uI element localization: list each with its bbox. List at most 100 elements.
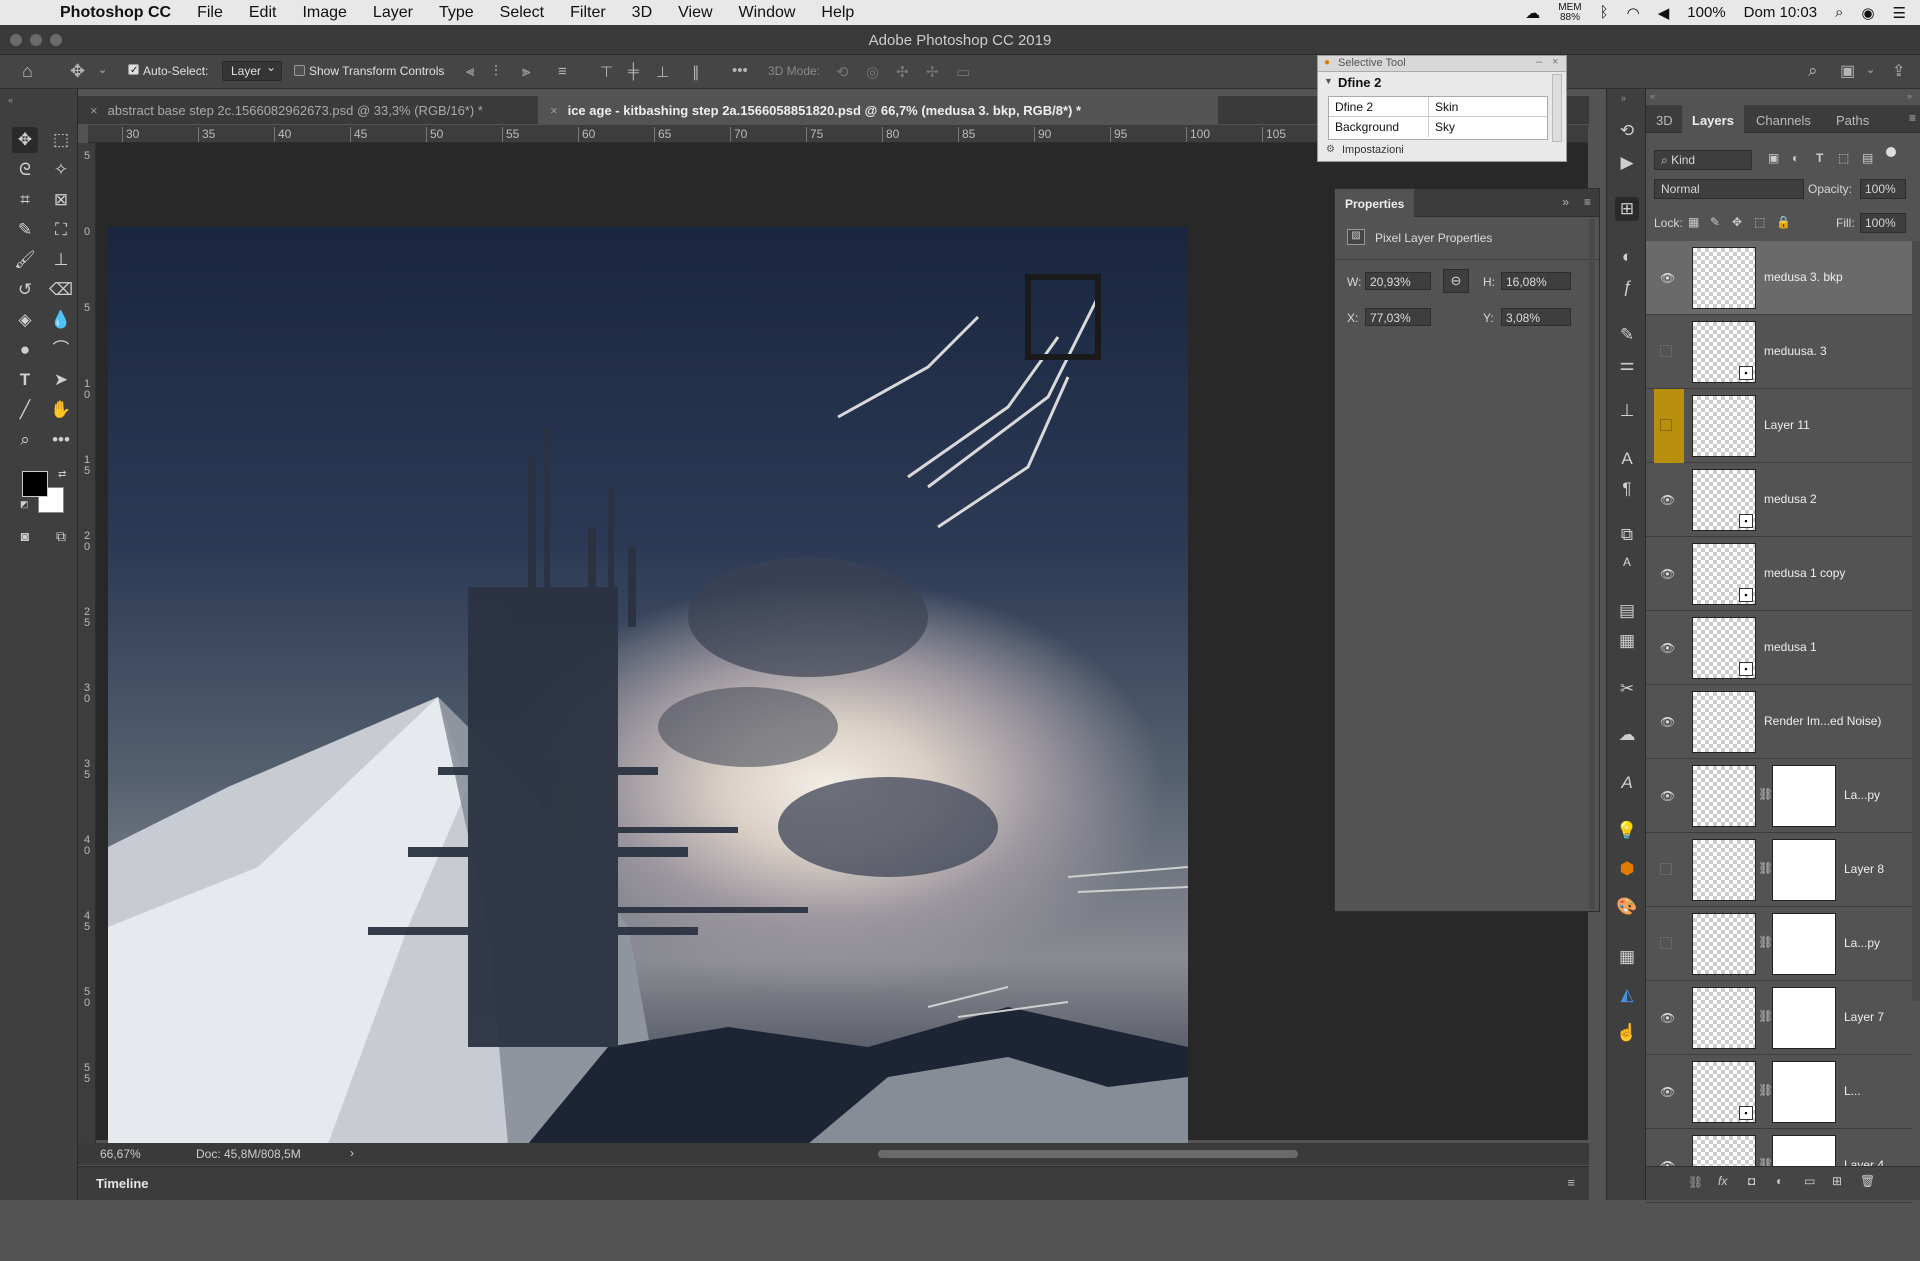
menu-select[interactable]: Select — [500, 4, 544, 22]
zoom-level[interactable]: 66,67% — [100, 1147, 141, 1161]
path-selection-tool-icon[interactable]: ➤ — [48, 367, 74, 393]
glyph-a-panel-icon[interactable]: A — [1615, 771, 1639, 795]
menu-app-name[interactable]: Photoshop CC — [60, 4, 171, 22]
workspace-chevron-icon[interactable]: ⌄ — [1866, 63, 1875, 76]
battery-status[interactable]: 100% — [1687, 4, 1725, 21]
lock-position-icon[interactable]: ✥ — [1732, 215, 1742, 229]
swap-colors-icon[interactable]: ⇄ — [58, 469, 66, 480]
filter-smart-object-icon[interactable]: ▤ — [1862, 151, 1873, 165]
tab-layers[interactable]: Layers — [1682, 105, 1744, 133]
paint-bucket-tool-icon[interactable]: ◈ — [12, 307, 38, 333]
lock-artboard-icon[interactable]: ⬚ — [1754, 215, 1765, 229]
pen-tool-icon[interactable]: ⌒ — [48, 337, 74, 363]
settings-label[interactable]: Impostazioni — [1342, 144, 1404, 156]
brush-tool-icon[interactable]: 🖌 — [12, 247, 38, 273]
visibility-toggle-off[interactable] — [1660, 419, 1672, 431]
properties-panel-icon[interactable]: ⊞ — [1615, 197, 1639, 221]
bluetooth-icon[interactable]: ᛒ — [1600, 4, 1609, 21]
more-options-icon[interactable]: ••• — [732, 62, 748, 79]
layer-row[interactable]: 👁 Render Im...ed Noise) — [1646, 685, 1912, 759]
vertical-ruler[interactable]: 5 0 5 10 15 20 25 30 35 40 45 50 55 — [78, 143, 96, 1143]
menu-window[interactable]: Window — [739, 4, 796, 22]
clone-stamp-tool-icon[interactable]: ⊥ — [48, 247, 74, 273]
align-left-icon[interactable]: ⫷ — [466, 63, 474, 80]
spotlight-search-icon[interactable]: ⌕ — [1835, 4, 1843, 21]
type-tool-icon[interactable]: T — [12, 367, 38, 393]
settings-icon[interactable]: ⚙ — [1326, 144, 1335, 155]
fill-field[interactable]: 100% — [1860, 213, 1906, 233]
width-field[interactable]: 20,93% — [1365, 272, 1431, 290]
lasso-tool-icon[interactable]: ᘓ — [12, 157, 38, 183]
creative-cloud-icon[interactable]: ☁ — [1525, 4, 1540, 22]
3d-drag-icon[interactable]: ✣ — [896, 63, 909, 81]
zoom-tool-icon[interactable]: ⌕ — [12, 427, 38, 453]
glyphs-panel-icon[interactable]: ᴬ — [1615, 553, 1639, 577]
preset-cell[interactable]: Skin — [1429, 97, 1547, 117]
patterns-panel-icon[interactable]: ▦ — [1615, 945, 1639, 969]
tab-channels[interactable]: Channels — [1746, 105, 1821, 133]
document-canvas[interactable] — [108, 227, 1188, 1144]
layer-mask-thumbnail[interactable] — [1772, 1061, 1836, 1123]
layers-scrollbar[interactable] — [1912, 241, 1920, 1001]
history-brush-tool-icon[interactable]: ↺ — [12, 277, 38, 303]
visibility-toggle-off[interactable] — [1660, 345, 1672, 357]
notes-panel-icon[interactable]: ▤ — [1615, 599, 1639, 623]
magic-wand-tool-icon[interactable]: ✧ — [48, 157, 74, 183]
height-field[interactable]: 16,08% — [1501, 272, 1571, 290]
align-bottom-icon[interactable]: ⊥ — [656, 63, 669, 81]
history-panel-icon[interactable]: ⟲ — [1615, 119, 1639, 143]
expand-panels-icon[interactable]: » — [1621, 93, 1626, 103]
collapse-tools-icon[interactable]: « — [8, 95, 13, 105]
foreground-color-swatch[interactable] — [22, 471, 48, 497]
siri-icon[interactable]: ◉ — [1861, 4, 1874, 22]
menu-type[interactable]: Type — [439, 4, 474, 22]
visibility-eye-icon[interactable]: 👁 — [1660, 567, 1675, 581]
properties-menu-icon[interactable]: ≡ — [1584, 195, 1591, 209]
close-palette-icon[interactable]: × — [1552, 56, 1558, 68]
filter-adjustment-icon[interactable]: ◐ — [1792, 151, 1799, 165]
blur-tool-icon[interactable]: 💧 — [48, 307, 74, 333]
layer-name[interactable]: medusa 2 — [1764, 492, 1817, 506]
visibility-eye-icon[interactable]: 👁 — [1660, 789, 1675, 803]
preset-cell[interactable]: Sky — [1429, 117, 1547, 137]
visibility-eye-icon[interactable]: 👁 — [1660, 493, 1675, 507]
visibility-toggle-off[interactable] — [1660, 937, 1672, 949]
timeline-tab[interactable]: Timeline — [96, 1176, 149, 1191]
lock-transparent-icon[interactable]: ▦ — [1688, 215, 1699, 229]
layer-name[interactable]: Layer 8 — [1844, 862, 1884, 876]
tool-presets-panel-icon[interactable]: ✂ — [1615, 677, 1639, 701]
layer-row[interactable]: 👁 ▪ medusa 2 — [1646, 463, 1912, 537]
layer-row[interactable]: ⛓ La...py — [1646, 907, 1912, 981]
timeline-menu-icon[interactable]: ≡ — [1567, 1175, 1575, 1190]
layer-name[interactable]: Layer 11 — [1764, 418, 1810, 432]
mask-link-icon[interactable]: ⛓ — [1758, 935, 1773, 949]
properties-scrollbar[interactable] — [1589, 219, 1595, 909]
hand-panel-icon[interactable]: ☝ — [1615, 1021, 1639, 1045]
marquee-tool-icon[interactable]: ⬚ — [48, 127, 74, 153]
layer-row[interactable]: 👁 ▪ medusa 1 — [1646, 611, 1912, 685]
tab-3d[interactable]: 3D — [1646, 105, 1683, 133]
y-field[interactable]: 3,08% — [1501, 308, 1571, 326]
collapse-panel-icon[interactable]: » — [1562, 195, 1569, 209]
styles-panel-icon[interactable]: ƒ — [1615, 275, 1639, 299]
swatches-panel-icon[interactable]: 🎨 — [1615, 895, 1639, 919]
memory-monitor[interactable]: MEM 88% — [1558, 2, 1581, 23]
layer-mask-thumbnail[interactable] — [1772, 987, 1836, 1049]
visibility-eye-icon[interactable]: 👁 — [1660, 1011, 1675, 1025]
clock[interactable]: Dom 10:03 — [1744, 4, 1817, 21]
default-colors-icon[interactable]: ◩ — [20, 499, 29, 510]
character-styles-panel-icon[interactable]: ⧉ — [1615, 523, 1639, 547]
doc-size[interactable]: Doc: 45,8M/808,5M — [196, 1147, 301, 1161]
layers-menu-icon[interactable]: ≡ — [1909, 111, 1916, 125]
collapse-layers-icon[interactable]: « — [1650, 91, 1655, 101]
visibility-eye-icon[interactable]: 👁 — [1660, 1085, 1675, 1099]
3d-camera-icon[interactable]: ▭ — [956, 63, 970, 81]
align-center-h-icon[interactable]: ⫶ — [494, 63, 498, 80]
volume-icon[interactable]: ◀ — [1658, 4, 1670, 22]
info-panel-icon[interactable]: ▦ — [1615, 629, 1639, 653]
align-right-icon[interactable]: ⫸ — [522, 63, 530, 80]
preset-cell[interactable]: Dfine 2 — [1329, 97, 1429, 117]
link-proportions-icon[interactable]: ⊖ — [1443, 269, 1469, 293]
filter-type-icon[interactable]: T — [1816, 151, 1823, 165]
delete-layer-icon[interactable]: 🗑 — [1860, 1174, 1875, 1188]
